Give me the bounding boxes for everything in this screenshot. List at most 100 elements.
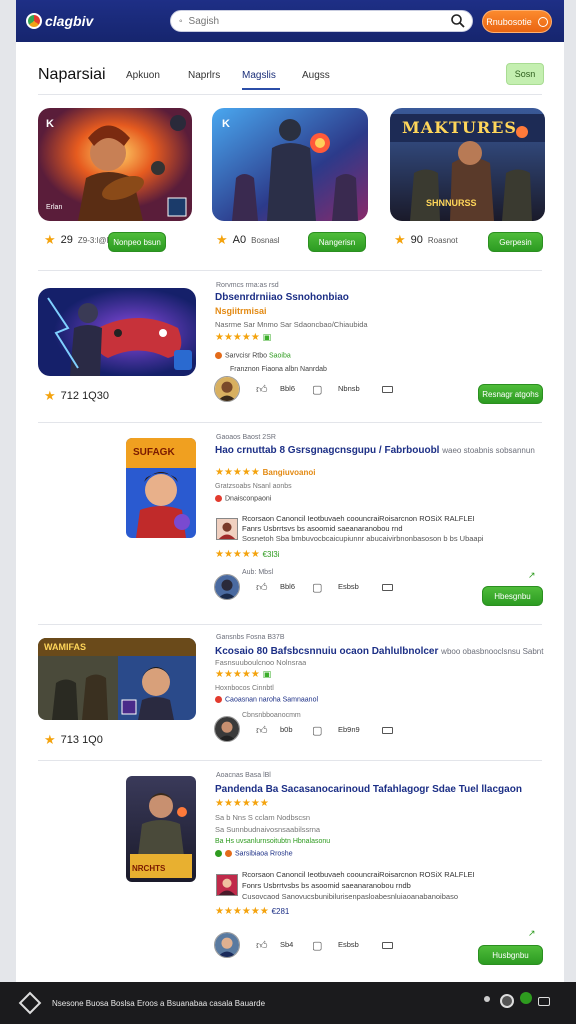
- star-icon: ★: [44, 232, 56, 247]
- badge-text: Sarsibiaoa Rroshe: [235, 850, 293, 858]
- card-stars-1: ★★★★★ ▣: [215, 332, 271, 343]
- card-title-4[interactable]: Pandenda Ba Sacasanocarinoud Tafahlagogr…: [215, 784, 545, 795]
- card-button-4[interactable]: Husbgnbu: [478, 945, 543, 965]
- card-badge-4: Sarsibiaoa Rroshe: [215, 850, 293, 857]
- featured-button-3[interactable]: Gerpesin: [488, 232, 543, 252]
- footer-bar: Nsesone Buosa Boslsa Eroos a Bsuanabaa c…: [0, 982, 576, 1024]
- card-title-3[interactable]: Kcosaio 80 Bafsbcsnnuiu ocaon Dahlulbnol…: [215, 646, 545, 657]
- featured-rating-1: ★ 29 Z9-3:l@ll: [44, 232, 110, 248]
- comment-thumb-4: [216, 874, 238, 896]
- card-thumb-3-label: WAMIFAS: [44, 642, 86, 652]
- tab-augss[interactable]: Augss: [302, 70, 330, 90]
- rating-value: 712 1Q30: [60, 390, 109, 402]
- logo[interactable]: clagbiv: [26, 13, 166, 29]
- featured-badge-1: K: [46, 118, 54, 130]
- avatar-sub-2: Aub: Mbsl: [242, 569, 274, 576]
- green-status-icon[interactable]: [520, 992, 532, 1004]
- avatar[interactable]: [214, 932, 240, 958]
- dot-icon[interactable]: [484, 996, 490, 1002]
- card-small-1: Rorvmcs rma:as rsd: [216, 282, 279, 289]
- search-bar[interactable]: ◦: [170, 10, 473, 32]
- divider: [38, 624, 542, 625]
- camera-icon[interactable]: [538, 997, 550, 1006]
- menu-icon[interactable]: [382, 584, 393, 591]
- avatar[interactable]: [214, 574, 240, 600]
- thumbs-up-icon: 👍︎: [256, 384, 268, 396]
- logo-text: clagbiv: [45, 13, 94, 29]
- card-meta-3: Hoxnbocos Cinnbtl: [215, 685, 274, 692]
- card-rating-3: ★ 713 1Q0: [44, 732, 103, 748]
- comment-icon: ▢: [312, 725, 323, 737]
- save-button[interactable]: Sosn: [506, 63, 544, 85]
- main-panel: Naparsiai Apkuon Naprlrs Magslis Augss S…: [16, 42, 564, 982]
- comment-count-1: Nbnsb: [338, 384, 360, 393]
- comment-action-1[interactable]: ▢: [312, 383, 322, 396]
- tab-naprlrs[interactable]: Naprlrs: [188, 70, 220, 90]
- search-icon[interactable]: [450, 13, 466, 29]
- avatar[interactable]: [214, 716, 240, 742]
- comment-line-3: Cusovcaod Sanovucsbunibilurisenpasloabes…: [242, 892, 458, 901]
- like-count-4: Sb4: [280, 940, 294, 949]
- comment-action-2[interactable]: ▢: [312, 581, 322, 594]
- featured-banner-3: MAKTURES: [402, 118, 517, 137]
- menu-icon[interactable]: [382, 727, 393, 734]
- record-icon[interactable]: [500, 994, 514, 1008]
- title-ext: wboo obasbnooclsnsu Sabnt: [441, 647, 544, 656]
- like-count-2: Bbl6: [280, 582, 296, 591]
- card-badge-3: Caoasnan naroha Samnaanol: [215, 696, 318, 703]
- featured-button-2[interactable]: Nangerisn: [308, 232, 366, 252]
- avatar[interactable]: [214, 376, 240, 402]
- like-action-4[interactable]: 👍︎: [256, 939, 268, 952]
- like-action-2[interactable]: 👍︎: [256, 581, 268, 594]
- menu-icon[interactable]: [382, 942, 393, 949]
- footer-logo-icon[interactable]: [18, 991, 42, 1015]
- card-subtitle-1: Nsgiitrmisai: [215, 306, 267, 316]
- star-icon: ★: [394, 232, 406, 247]
- card-thumb-1[interactable]: [38, 288, 196, 376]
- comment-action-3[interactable]: ▢: [312, 724, 322, 737]
- comment-line-3: Sosnetoh Sba bmbuvocbcaicupiunnr abucaiv…: [242, 534, 484, 543]
- page-title: Naparsiai: [38, 66, 106, 83]
- card-small2-4: Sa b Nns S cclam Nodbscsn: [215, 813, 311, 822]
- card-stars2-2: ★★★★★ €3l3i: [215, 549, 280, 560]
- menu-icon[interactable]: [382, 386, 393, 393]
- featured-image-2: [212, 108, 368, 221]
- search-input[interactable]: [188, 15, 429, 27]
- featured-rating-2: ★ A0 Bosnasl: [216, 232, 280, 248]
- status-dot-icon: [215, 352, 222, 359]
- star-row: ★★★★★: [215, 549, 260, 560]
- like-action-1[interactable]: 👍︎: [256, 383, 268, 396]
- card-small2-3: Fasnsuuboulcnoo Nolnsraa: [215, 658, 307, 667]
- card-badge-2: Dnaisconpaoni: [215, 495, 271, 502]
- card-title-1[interactable]: Dbsenrdrniiao Ssnohonbiao: [215, 292, 535, 303]
- card-small-3: Gansnbs Fosna B37B: [216, 634, 285, 641]
- featured-thumb-2[interactable]: [212, 108, 368, 221]
- card-title-2[interactable]: Hao crnuttab 8 Gsrsgnagcnsgupu / Fabrbou…: [215, 445, 545, 456]
- divider: [38, 760, 542, 761]
- logo-mark-icon: [26, 13, 42, 29]
- comment-line-2: Fonrs Usbrrtvsbs bs asoomid saeanaranobo…: [242, 881, 411, 890]
- card-button-2[interactable]: Hbesgnbu: [482, 586, 543, 606]
- featured-button-1[interactable]: Nonpeo bsun: [108, 232, 166, 252]
- card-meta2-3: Cbnsnbboanocmm: [242, 712, 301, 719]
- like-action-3[interactable]: 👍︎: [256, 724, 268, 737]
- comment-count-4: Esbsb: [338, 940, 359, 949]
- card-button-1[interactable]: Resnagr atgohs: [478, 384, 543, 404]
- star-icon: ★: [44, 732, 56, 747]
- tab-magslis[interactable]: Magslis: [242, 70, 280, 90]
- tab-apkuon[interactable]: Apkuon: [126, 70, 160, 90]
- rating-value: 29: [60, 234, 73, 246]
- badge-text: Dnaisconpaoni: [225, 495, 272, 503]
- comment-count-2: Esbsb: [338, 582, 359, 591]
- divider: [38, 94, 542, 95]
- rating-value: A0: [232, 234, 247, 246]
- comment-action-4[interactable]: ▢: [312, 939, 322, 952]
- card-stars-3: ★★★★★ ▣: [215, 669, 271, 680]
- cta-button[interactable]: Rnubosotie: [482, 10, 552, 33]
- thumbs-up-icon: 👍︎: [256, 940, 268, 952]
- like-count-3: b0b: [280, 725, 293, 734]
- card-small-2: Gaoaos Baost 2SR: [216, 434, 276, 441]
- comment-icon: ▢: [312, 384, 323, 396]
- badge-text: Caoasnan naroha Samnaanol: [225, 696, 319, 704]
- divider: [38, 270, 542, 271]
